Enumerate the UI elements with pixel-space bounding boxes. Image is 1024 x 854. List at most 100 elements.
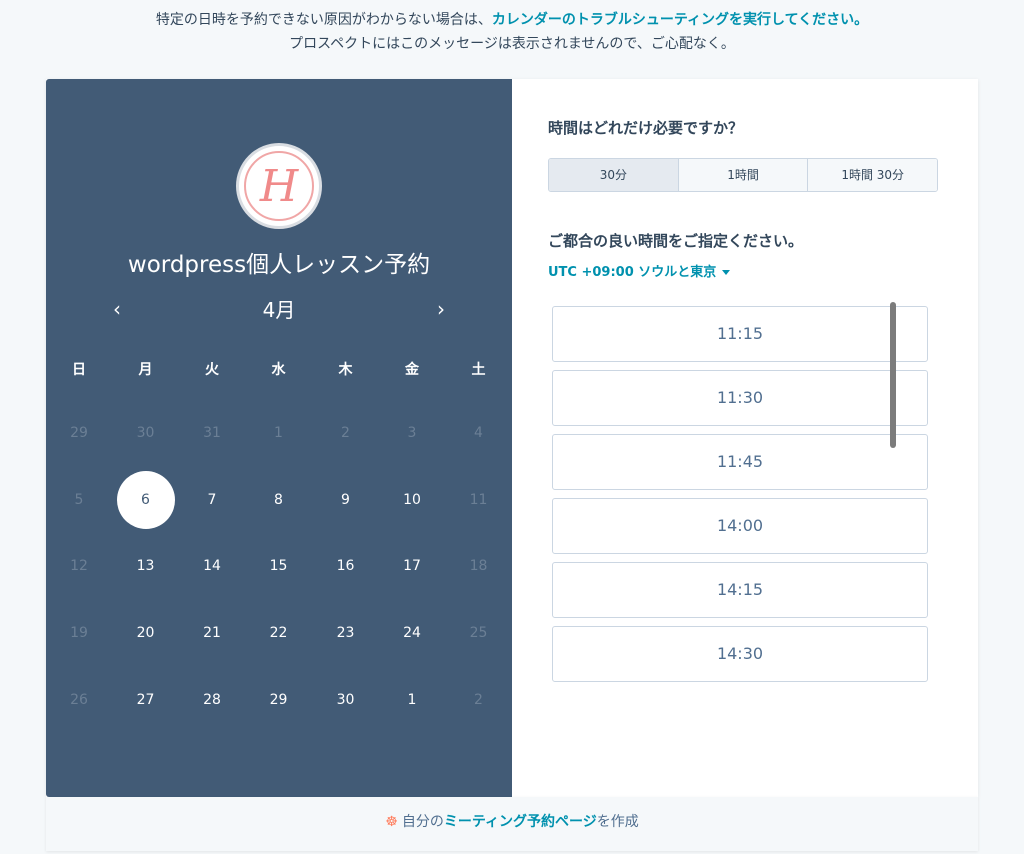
day-number: 20 [136,625,155,642]
day-number: 28 [203,691,221,708]
calendar-day[interactable]: 22 [245,600,312,667]
time-slot-list: 11:15 11:30 11:45 14:00 14:15 14:30 [552,306,928,690]
calendar-day[interactable]: 30 [312,666,379,733]
calendar-day: 25 [445,600,512,667]
day-number: 16 [336,558,355,575]
calendar-day[interactable]: 24 [379,600,445,667]
avatar-logo: H [244,151,314,221]
day-number: 6 [116,470,175,529]
weekday-label: 土 [471,362,486,378]
calendar-day: 11 [445,467,512,534]
day-number: 7 [207,491,217,508]
day-number: 4 [474,425,483,442]
calendar-day[interactable]: 7 [179,467,245,534]
footer-suffix: を作成 [596,814,639,830]
weekday-header: 日月火水木金土 [46,359,512,381]
duration-selector: 30分 1時間 1時間 30分 [548,158,938,192]
time-slot[interactable]: 14:30 [552,626,928,682]
day-number: 19 [70,625,88,642]
day-number: 9 [341,491,350,508]
calendar-day-selected[interactable]: 6 [112,467,179,534]
calendar-day[interactable]: 1 [379,666,445,733]
day-number: 2 [474,691,483,708]
meeting-title: wordpress個人レッスン予約 [127,252,431,278]
calendar-day[interactable]: 28 [179,666,245,733]
day-number: 2 [341,425,350,442]
day-number: 23 [336,625,355,642]
day-number: 24 [403,625,421,642]
calendar-day: 26 [46,666,112,733]
day-number: 14 [203,558,221,575]
weekday-label: 月 [138,362,153,378]
day-number: 22 [269,625,288,642]
calendar-panel: H wordpress個人レッスン予約 4月 ‹ › 日月火水木金土 29 30 3… [46,79,512,797]
weekday-label: 火 [205,362,219,378]
calendar-day[interactable]: 15 [245,533,312,600]
calendar-day[interactable]: 8 [245,467,312,534]
weekday-label: 木 [338,362,353,378]
weekday-label: 金 [405,362,419,378]
duration-30min[interactable]: 30分 [549,159,678,191]
weekday-label: 水 [271,362,286,378]
day-number: 29 [269,691,288,708]
notice-subtext: プロスペクトにはこのメッセージは表示されませんので、ご心配なく。 [289,36,735,52]
time-slot[interactable]: 11:15 [552,306,928,362]
footer-bar: ☸ 自分のミーティング予約ページを作成 [46,797,978,851]
calendar-grid: 29 30 31 1 2 3 4 5 6 7 8 9 10 11 12 13 14 15 16 17 18 19 20 21 2… [46,400,512,733]
day-number: 1 [274,425,283,442]
calendar-day: 1 [245,400,312,467]
create-meeting-page-link[interactable]: ミーティング予約ページ [444,814,597,830]
day-number: 30 [336,691,355,708]
calendar-day: 3 [379,400,445,467]
time-slot[interactable]: 11:45 [552,434,928,490]
calendar-day[interactable]: 17 [379,533,445,600]
month-navigation: 4月 ‹ › [46,293,512,327]
day-number: 30 [136,425,155,442]
calendar-day[interactable]: 27 [112,666,179,733]
day-number: 8 [274,491,283,508]
avatar: H [236,143,322,229]
troubleshoot-link[interactable]: カレンダーのトラブルシューティングを実行してください。 [492,12,868,28]
calendar-day[interactable]: 16 [312,533,379,600]
hubspot-sprocket-icon: ☸ [385,814,398,830]
day-number: 1 [407,691,417,708]
calendar-day: 2 [312,400,379,467]
day-number: 13 [136,558,155,575]
time-slot-scrollbar[interactable] [890,302,896,448]
calendar-day[interactable]: 21 [179,600,245,667]
calendar-day[interactable]: 13 [112,533,179,600]
day-number: 11 [469,491,488,508]
calendar-day[interactable]: 29 [245,666,312,733]
day-number: 18 [469,558,488,575]
duration-1hour[interactable]: 1時間 [677,159,808,191]
day-number: 5 [74,491,84,508]
duration-question: 時間はどれだけ必要ですか？ [548,119,744,137]
calendar-day[interactable]: 10 [379,467,445,534]
day-number: 27 [136,691,155,708]
calendar-day: 30 [112,400,179,467]
calendar-day[interactable]: 14 [179,533,245,600]
time-slot[interactable]: 14:00 [552,498,928,554]
weekday-label: 日 [72,362,86,378]
calendar-day: 31 [179,400,245,467]
time-slot[interactable]: 14:15 [552,562,928,618]
timezone-dropdown[interactable]: UTC +09:00 ソウルと東京 [548,261,731,280]
calendar-day: 19 [46,600,112,667]
day-number: 21 [203,625,221,642]
calendar-day[interactable]: 23 [312,600,379,667]
day-number: 17 [403,558,421,575]
duration-1hour-30min[interactable]: 1時間 30分 [807,159,937,191]
booking-card: H wordpress個人レッスン予約 4月 ‹ › 日月火水木金土 29 30 3… [46,79,978,797]
day-number: 26 [70,691,88,708]
timezone-label: UTC +09:00 ソウルと東京 [548,265,717,280]
next-month-button[interactable]: › [426,293,456,327]
time-panel: 時間はどれだけ必要ですか？ 30分 1時間 1時間 30分 ご都合の良い時間をご… [512,79,978,797]
time-slot[interactable]: 11:30 [552,370,928,426]
notice-text: 特定の日時を予約できない原因がわからない場合は、 [155,12,492,28]
day-number: 31 [203,425,221,442]
day-number: 3 [407,425,417,442]
calendar-day[interactable]: 20 [112,600,179,667]
calendar-day: 5 [46,467,112,534]
calendar-day[interactable]: 9 [312,467,379,534]
prev-month-button[interactable]: ‹ [102,293,132,327]
